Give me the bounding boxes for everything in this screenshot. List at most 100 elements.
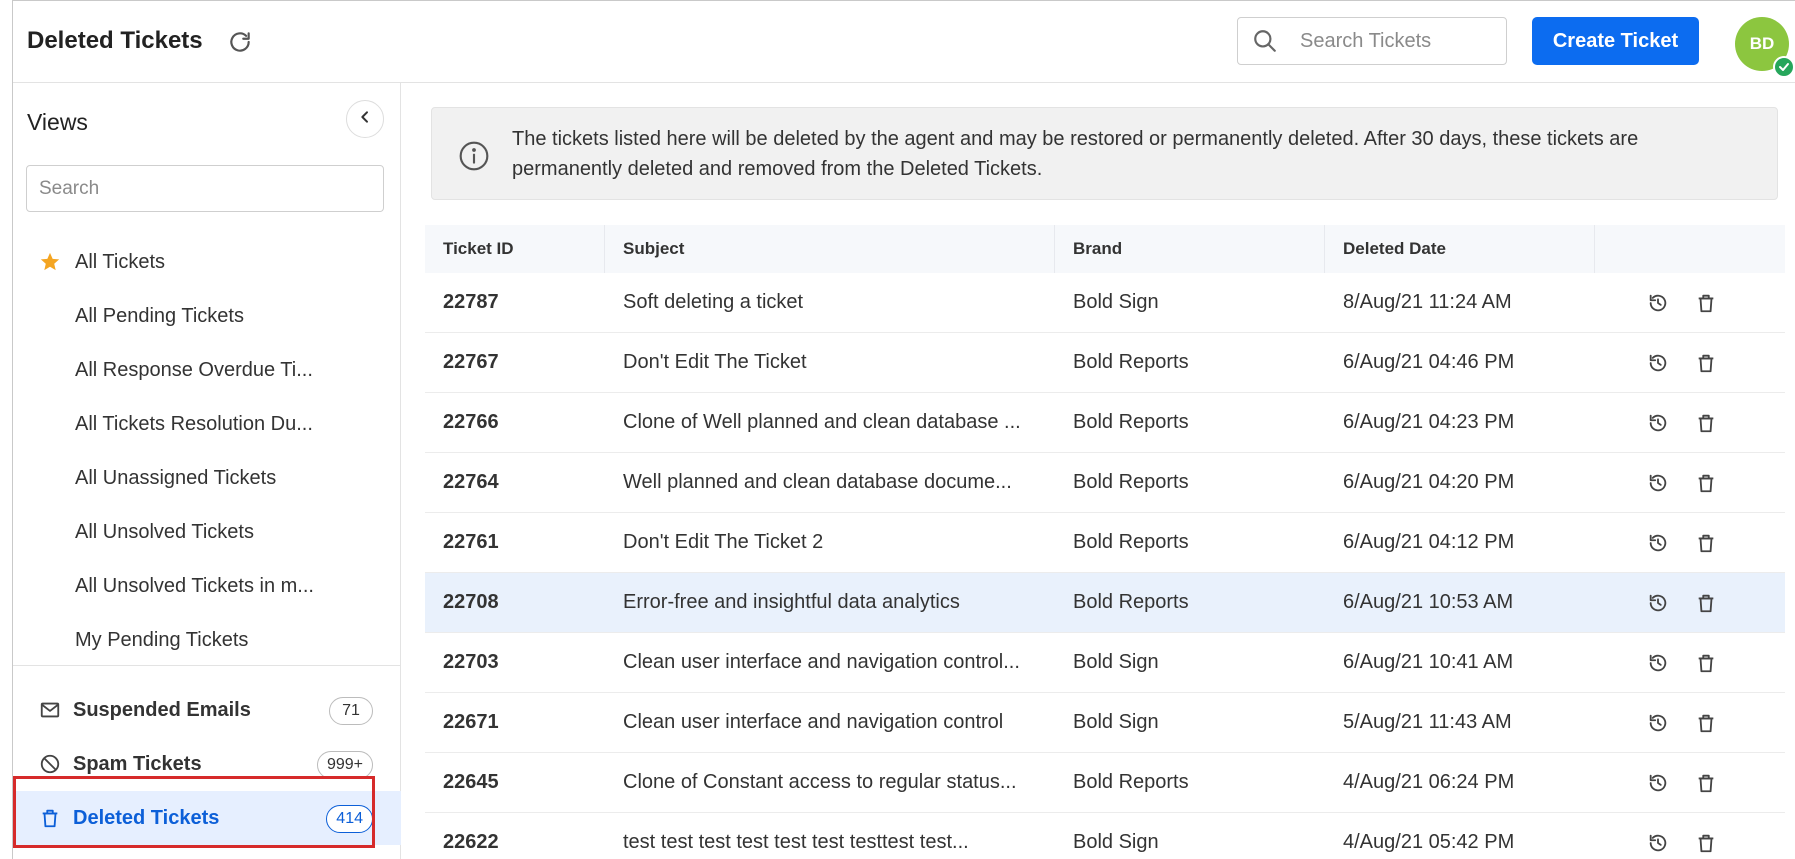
delete-icon[interactable] [1693, 530, 1719, 556]
ticket-brand: Bold Reports [1073, 771, 1189, 793]
refresh-icon[interactable] [227, 29, 253, 55]
column-header-ticket-id[interactable]: Ticket ID [425, 225, 605, 273]
delete-icon[interactable] [1693, 470, 1719, 496]
delete-icon[interactable] [1693, 830, 1719, 856]
trash-icon [39, 807, 61, 829]
views-title: Views [27, 109, 88, 135]
table-row[interactable]: 22703 Clean user interface and navigatio… [425, 633, 1785, 693]
sidebar-item-label: Suspended Emails [73, 698, 251, 721]
row-actions [1595, 633, 1785, 692]
restore-icon[interactable] [1645, 530, 1671, 556]
column-header-actions [1595, 225, 1785, 273]
delete-icon[interactable] [1693, 290, 1719, 316]
row-actions [1595, 273, 1785, 332]
restore-icon[interactable] [1645, 710, 1671, 736]
restore-icon[interactable] [1645, 410, 1671, 436]
restore-icon[interactable] [1645, 590, 1671, 616]
info-notice: The tickets listed here will be deleted … [431, 107, 1778, 200]
view-item-label: All Unsolved Tickets [75, 520, 254, 543]
chevron-left-icon [357, 109, 373, 130]
ticket-deleted-date: 4/Aug/21 06:24 PM [1343, 771, 1515, 793]
collapse-sidebar-button[interactable] [346, 100, 384, 138]
ticket-search[interactable] [1237, 17, 1507, 65]
restore-icon[interactable] [1645, 470, 1671, 496]
row-actions [1595, 453, 1785, 512]
top-header: Deleted Tickets Create Ticket BD [13, 1, 1795, 83]
row-actions [1595, 813, 1785, 859]
ticket-brand: Bold Reports [1073, 531, 1189, 553]
envelope-icon [39, 699, 61, 721]
table-row[interactable]: 22708 Error-free and insightful data ana… [425, 573, 1785, 633]
ticket-brand: Bold Reports [1073, 591, 1189, 613]
column-header-subject[interactable]: Subject [605, 225, 1055, 273]
restore-icon[interactable] [1645, 770, 1671, 796]
table-row[interactable]: 22645 Clone of Constant access to regula… [425, 753, 1785, 813]
restore-icon[interactable] [1645, 830, 1671, 856]
delete-icon[interactable] [1693, 770, 1719, 796]
delete-icon[interactable] [1693, 410, 1719, 436]
view-item-label: My Pending Tickets [75, 628, 249, 651]
table-row[interactable]: 22761 Don't Edit The Ticket 2 Bold Repor… [425, 513, 1785, 573]
view-item-resolution-due[interactable]: All Tickets Resolution Du... [13, 397, 401, 451]
sidebar-item-spam-tickets[interactable]: Spam Tickets 999+ [13, 737, 401, 791]
ticket-id: 22645 [443, 771, 499, 793]
ticket-id: 22671 [443, 711, 499, 733]
count-badge: 999+ [316, 751, 373, 779]
view-item-all-tickets[interactable]: All Tickets [13, 235, 401, 289]
view-item-unassigned[interactable]: All Unassigned Tickets [13, 451, 401, 505]
create-ticket-button[interactable]: Create Ticket [1532, 17, 1699, 65]
view-item-unsolved-in[interactable]: All Unsolved Tickets in m... [13, 559, 401, 613]
ticket-brand: Bold Sign [1073, 831, 1159, 853]
table-row[interactable]: 22787 Soft deleting a ticket Bold Sign 8… [425, 273, 1785, 333]
row-actions [1595, 513, 1785, 572]
info-icon [458, 140, 490, 172]
view-item-label: All Unassigned Tickets [75, 466, 277, 489]
ticket-brand: Bold Reports [1073, 411, 1189, 433]
column-header-deleted-date[interactable]: Deleted Date [1325, 225, 1595, 273]
view-item-label: All Response Overdue Ti... [75, 358, 313, 381]
table-row[interactable]: 22764 Well planned and clean database do… [425, 453, 1785, 513]
table-body: 22787 Soft deleting a ticket Bold Sign 8… [425, 273, 1785, 859]
sidebar-divider [13, 665, 401, 666]
sidebar-item-suspended-emails[interactable]: Suspended Emails 71 [13, 683, 401, 737]
ticket-subject: test test test test test test testtest t… [623, 831, 969, 853]
view-item-all-pending[interactable]: All Pending Tickets [13, 289, 401, 343]
table-row[interactable]: 22671 Clean user interface and navigatio… [425, 693, 1785, 753]
restore-icon[interactable] [1645, 350, 1671, 376]
ticket-deleted-date: 6/Aug/21 04:46 PM [1343, 351, 1515, 373]
count-badge: 71 [329, 697, 373, 725]
ticket-subject: Clean user interface and navigation cont… [623, 651, 1020, 673]
view-item-label: All Tickets Resolution Du... [75, 412, 313, 435]
view-list: All Tickets All Pending Tickets All Resp… [13, 235, 401, 667]
row-actions [1595, 693, 1785, 752]
ticket-id: 22622 [443, 831, 499, 853]
column-header-brand[interactable]: Brand [1055, 225, 1325, 273]
search-icon [1252, 28, 1278, 54]
ticket-deleted-date: 4/Aug/21 05:42 PM [1343, 831, 1515, 853]
delete-icon[interactable] [1693, 710, 1719, 736]
ticket-deleted-date: 6/Aug/21 04:23 PM [1343, 411, 1515, 433]
delete-icon[interactable] [1693, 650, 1719, 676]
views-search-input[interactable] [26, 165, 384, 212]
restore-icon[interactable] [1645, 650, 1671, 676]
view-item-unsolved[interactable]: All Unsolved Tickets [13, 505, 401, 559]
restore-icon[interactable] [1645, 290, 1671, 316]
delete-icon[interactable] [1693, 350, 1719, 376]
ticket-search-input[interactable] [1300, 29, 1490, 53]
view-item-label: All Pending Tickets [75, 304, 244, 327]
page-title: Deleted Tickets [27, 27, 203, 54]
table-row[interactable]: 22766 Clone of Well planned and clean da… [425, 393, 1785, 453]
star-icon [39, 251, 61, 273]
table-row[interactable]: 22622 test test test test test test test… [425, 813, 1785, 859]
view-item-my-pending[interactable]: My Pending Tickets [13, 613, 401, 667]
sidebar-item-label: Spam Tickets [73, 752, 202, 775]
app-frame: Deleted Tickets Create Ticket BD Views [12, 0, 1795, 859]
table-row[interactable]: 22767 Don't Edit The Ticket Bold Reports… [425, 333, 1785, 393]
view-item-response-overdue[interactable]: All Response Overdue Ti... [13, 343, 401, 397]
sidebar-item-deleted-tickets[interactable]: Deleted Tickets 414 [13, 791, 401, 845]
ticket-id: 22787 [443, 291, 499, 313]
ticket-deleted-date: 6/Aug/21 04:20 PM [1343, 471, 1515, 493]
delete-icon[interactable] [1693, 590, 1719, 616]
ticket-brand: Bold Reports [1073, 471, 1189, 493]
ticket-id: 22764 [443, 471, 499, 493]
